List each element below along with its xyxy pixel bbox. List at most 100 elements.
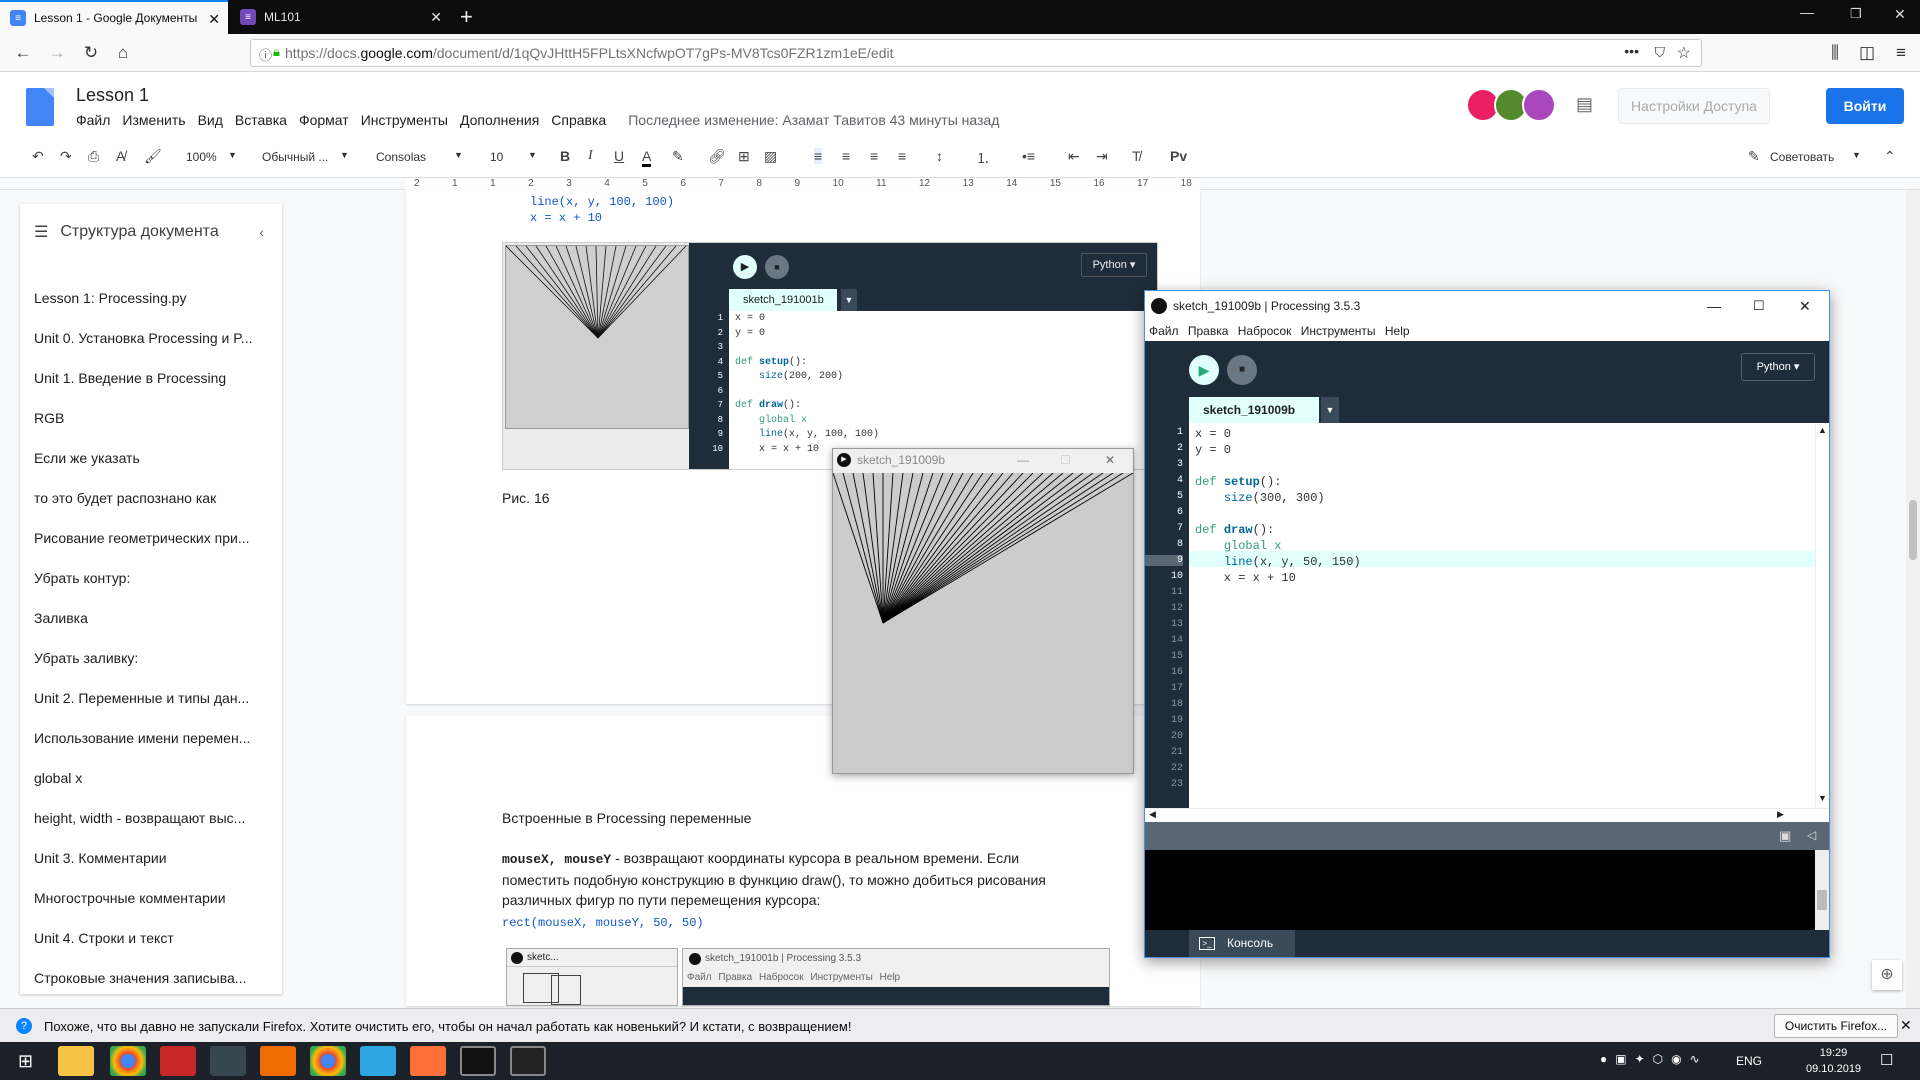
outline-item[interactable]: Unit 4. Строки и текст [34, 930, 174, 946]
run-button[interactable]: ▶ [1189, 355, 1219, 385]
document-title[interactable]: Lesson 1 [76, 85, 149, 106]
app-icon[interactable] [260, 1046, 296, 1076]
menu-help[interactable]: Help [1385, 324, 1410, 338]
outline-item[interactable]: RGB [34, 410, 64, 426]
maximize-icon[interactable]: ☐ [1060, 449, 1071, 471]
menu-insert[interactable]: Вставка [235, 112, 287, 128]
telegram-icon[interactable] [360, 1046, 396, 1076]
code-editor[interactable]: x = 0 y = 0 def setup(): size(300, 300) def… [1189, 423, 1815, 808]
comment-add-icon[interactable]: ⊞ [738, 148, 750, 165]
editor-tab[interactable]: sketch_191009b [1189, 397, 1319, 423]
align-left-icon[interactable]: ≡ [814, 148, 823, 164]
increase-indent-icon[interactable]: ⇥ [1096, 148, 1108, 165]
collapse-console-icon[interactable]: ◁ [1807, 828, 1816, 842]
menu-addons[interactable]: Дополнения [460, 112, 539, 128]
console-output[interactable] [1145, 850, 1815, 930]
tab-lesson1[interactable]: ≡ Lesson 1 - Google Документы ✕ [0, 0, 228, 34]
tab-menu-chevron-down-icon[interactable]: ▼ [1321, 397, 1339, 423]
close-window-icon[interactable]: ✕ [1894, 6, 1906, 23]
scroll-right-icon[interactable]: ▶ [1777, 809, 1784, 820]
outline-item[interactable]: Unit 2. Переменные и типы дан... [34, 690, 249, 706]
editor-vertical-scrollbar[interactable]: ▲ ▼ [1815, 423, 1829, 808]
menu-tools[interactable]: Инструменты [361, 112, 448, 128]
docs-logo-icon[interactable] [26, 88, 54, 126]
new-tab-icon[interactable]: + [460, 4, 473, 30]
last-edit-link[interactable]: Последнее изменение: Азамат Тавитов 43 м… [628, 112, 999, 128]
mode-select[interactable]: Python ▾ [1741, 353, 1815, 381]
menu-edit[interactable]: Изменить [122, 112, 185, 128]
restore-window-icon[interactable]: ❐ [1850, 6, 1862, 22]
file-explorer-icon[interactable] [58, 1046, 94, 1076]
decrease-indent-icon[interactable]: ⇤ [1068, 148, 1080, 165]
collapse-toolbar-icon[interactable]: ⌃ [1884, 148, 1896, 165]
redo-icon[interactable]: ↷ [60, 148, 72, 165]
menu-file[interactable]: Файл [76, 112, 110, 128]
undo-icon[interactable]: ↶ [32, 148, 44, 165]
close-notification-icon[interactable]: ✕ [1900, 1017, 1912, 1034]
outline-item[interactable]: Unit 1. Введение в Processing [34, 370, 226, 386]
menu-file[interactable]: Файл [1149, 324, 1179, 338]
notifications-icon[interactable]: ☐ [1880, 1051, 1893, 1069]
reload-icon[interactable]: ↻ [80, 42, 102, 64]
print-icon[interactable]: ⎙ [88, 148, 99, 165]
outline-item[interactable]: Unit 0. Установка Processing и P... [34, 330, 252, 346]
scroll-left-icon[interactable]: ◀ [1149, 809, 1156, 820]
sketch-icon[interactable] [510, 1046, 546, 1076]
outline-item[interactable]: то это будет распознано как [34, 490, 216, 506]
chrome-icon[interactable] [310, 1046, 346, 1076]
tray-icons[interactable]: ●▣✦⬡◉∿ [1600, 1052, 1708, 1066]
bookmark-star-icon[interactable]: ☆ [1677, 43, 1691, 63]
menu-help[interactable]: Справка [551, 112, 606, 128]
page-actions-icon[interactable]: ••• [1624, 43, 1639, 59]
comments-icon[interactable]: ▤ [1576, 94, 1593, 115]
menu-icon[interactable]: ≡ [1890, 42, 1912, 64]
stop-button[interactable]: ■ [1227, 355, 1257, 385]
editor-horizontal-scrollbar[interactable]: ◀ ▶ [1145, 808, 1829, 822]
font-size-select[interactable]: 10 [490, 150, 503, 164]
add-comment-icon[interactable]: ⊕ [1872, 960, 1902, 990]
suggest-mode-select[interactable]: Советовать [1770, 150, 1834, 164]
copy-icon[interactable]: ▣ [1779, 828, 1791, 844]
firefox-icon[interactable] [410, 1046, 446, 1076]
outline-item[interactable]: Рисование геометрических при... [34, 530, 250, 546]
paint-format-icon[interactable]: 🖌︎ [144, 148, 162, 165]
info-icon[interactable]: ⓘ [259, 45, 272, 64]
outline-item[interactable]: Unit 3. Комментарии [34, 850, 167, 866]
close-icon[interactable]: ✕ [1105, 449, 1115, 471]
highlight-icon[interactable]: ✎ [672, 148, 684, 165]
outline-item[interactable]: Заливка [34, 610, 88, 626]
windows-start-icon[interactable]: ⊞ [18, 1051, 33, 1072]
outline-item[interactable]: Lesson 1: Processing.py [34, 290, 187, 306]
pocket-icon[interactable]: ⛉ [1655, 44, 1666, 61]
line-spacing-icon[interactable]: ↕ [936, 148, 943, 164]
spellcheck-icon[interactable]: A̸ [116, 148, 125, 164]
docs-scrollbar[interactable] [1906, 190, 1920, 1008]
language-indicator[interactable]: ENG [1736, 1054, 1762, 1068]
input-tools-icon[interactable]: Pv [1170, 148, 1187, 164]
numbered-list-icon[interactable]: ⒈ [976, 148, 990, 168]
outline-item[interactable]: Убрать заливку: [34, 650, 138, 666]
app-icon[interactable] [210, 1046, 246, 1076]
back-icon[interactable]: ← [12, 42, 34, 64]
outline-item[interactable]: Многострочные комментарии [34, 890, 226, 906]
minimize-icon[interactable]: — [1017, 449, 1029, 471]
scroll-up-icon[interactable]: ▲ [1818, 425, 1827, 435]
menu-view[interactable]: Вид [198, 112, 223, 128]
close-icon[interactable]: ✕ [1799, 291, 1811, 321]
image-icon[interactable]: ▨ [764, 148, 777, 165]
login-button[interactable]: Войти [1826, 88, 1904, 124]
style-select[interactable]: Обычный ... [262, 150, 328, 164]
scrollbar-thumb[interactable] [1817, 890, 1827, 910]
refresh-firefox-button[interactable]: Очистить Firefox... [1774, 1014, 1898, 1038]
tab-ml101[interactable]: ≡ ML101 ✕ [230, 0, 450, 34]
align-center-icon[interactable]: ≡ [842, 148, 850, 164]
forward-icon[interactable]: → [46, 42, 68, 64]
bulleted-list-icon[interactable]: •≡ [1022, 148, 1035, 164]
underline-icon[interactable]: U [614, 148, 624, 164]
close-tab-icon[interactable]: ✕ [208, 11, 220, 28]
maximize-icon[interactable]: ☐ [1753, 291, 1765, 321]
outline-item[interactable]: Строковые значения записыва... [34, 970, 246, 986]
processing-icon[interactable] [460, 1046, 496, 1076]
url-bar[interactable]: ⓘ 🔒︎ https://docs. google.com/document/d/… [250, 39, 1702, 67]
menu-sketch[interactable]: Набросок [1238, 324, 1292, 338]
